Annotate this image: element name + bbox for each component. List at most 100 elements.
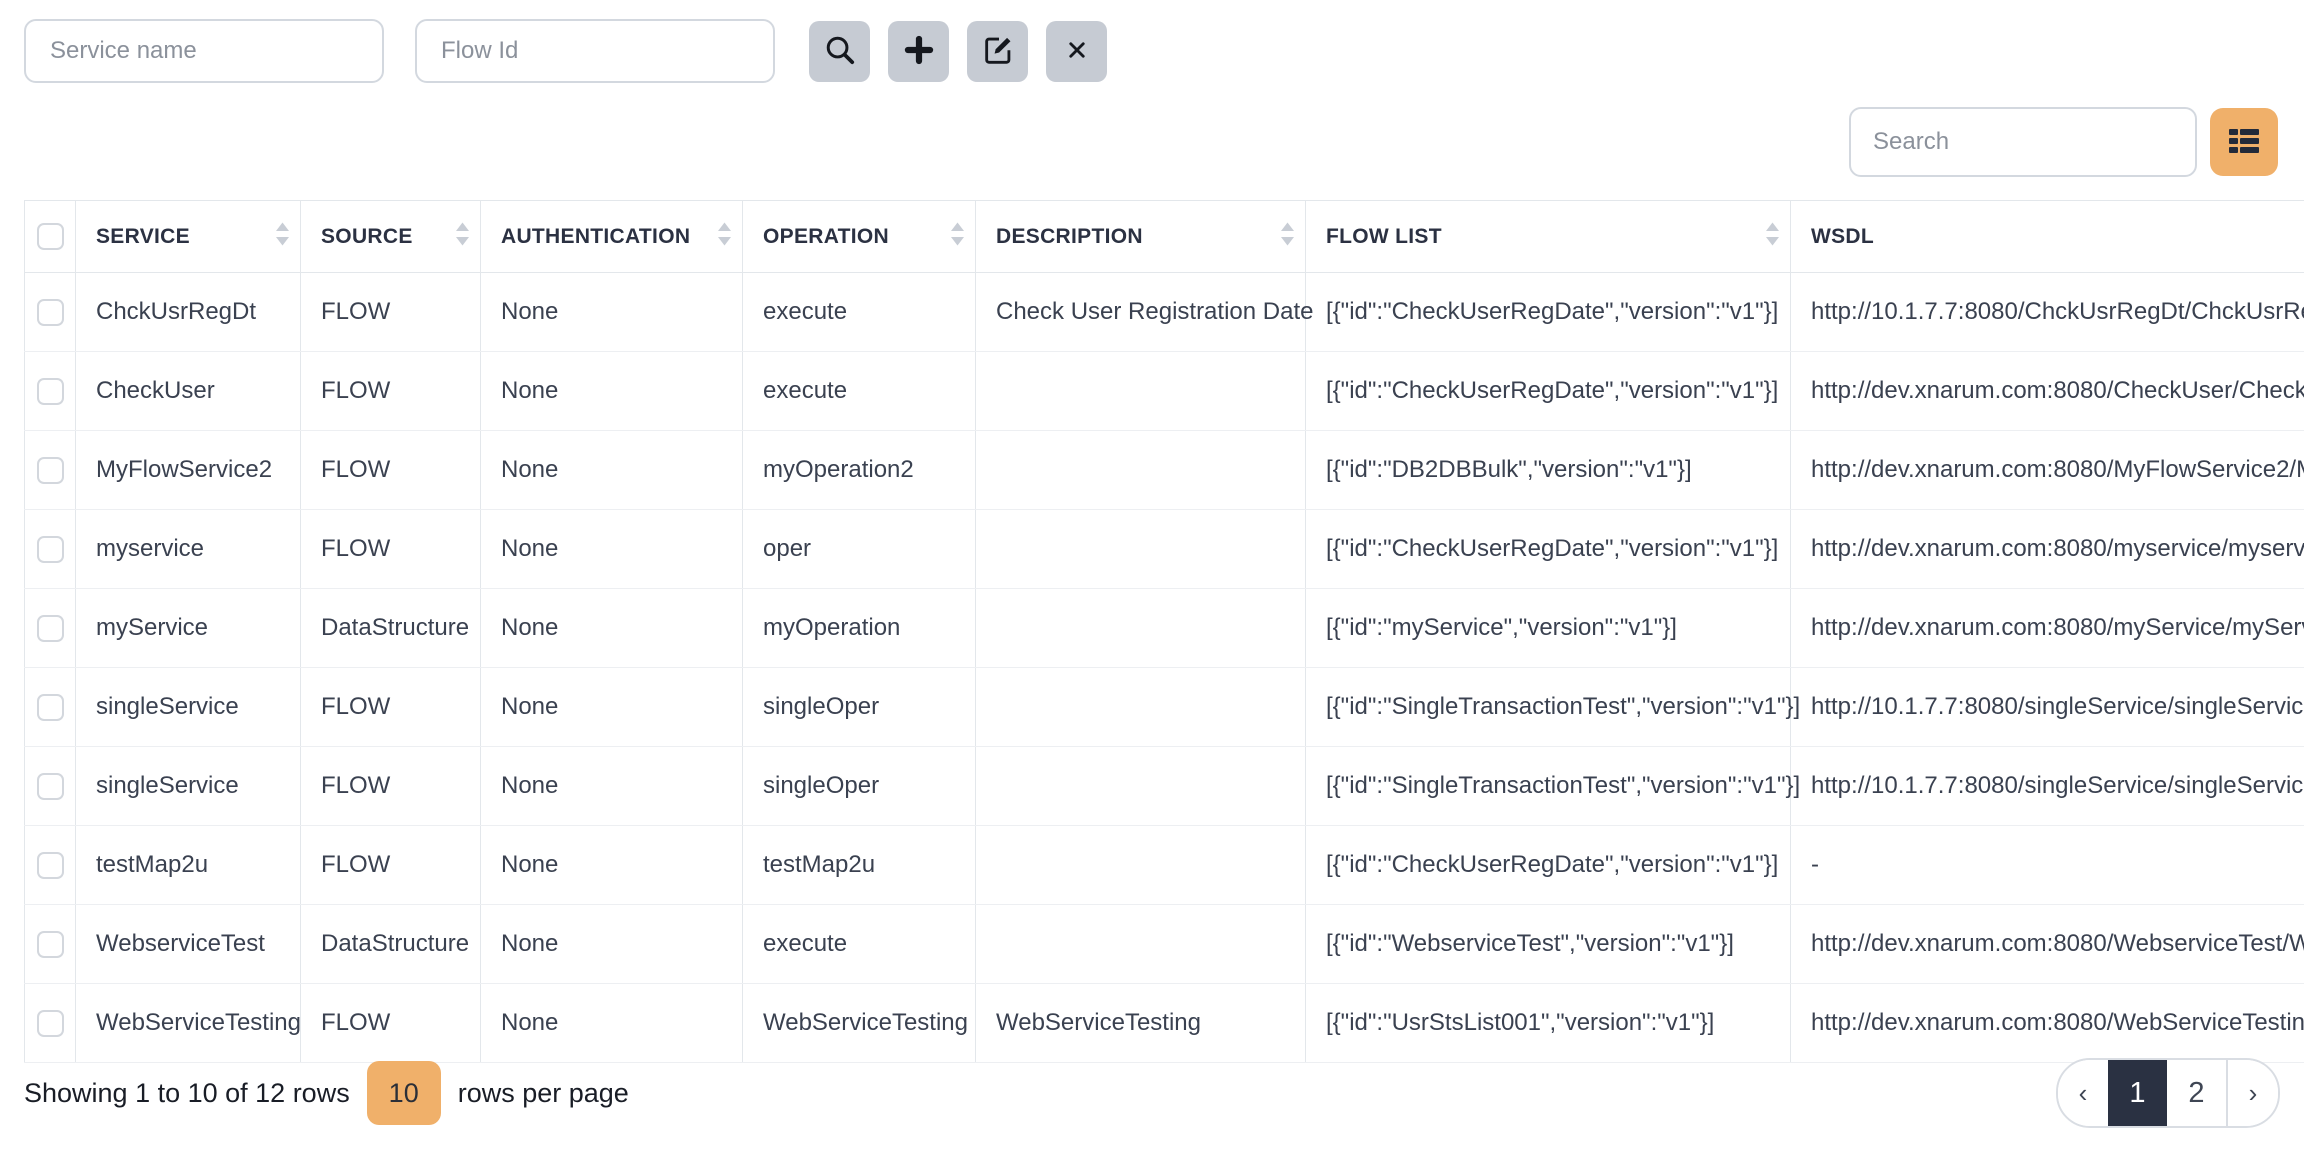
row-checkbox[interactable] bbox=[37, 773, 64, 800]
cell-wsdl: http://10.1.7.7:8080/singleService/singl… bbox=[1791, 668, 2304, 747]
cell-description bbox=[976, 510, 1306, 589]
column-header-service[interactable]: SERVICE bbox=[76, 201, 301, 273]
cell-source: DataStructure bbox=[301, 589, 481, 668]
table-footer: Showing 1 to 10 of 12 rows 10 rows per p… bbox=[24, 1058, 2280, 1128]
plus-icon bbox=[902, 33, 936, 70]
clear-button[interactable] bbox=[1046, 21, 1107, 82]
pagination-page-2[interactable]: 2 bbox=[2167, 1060, 2226, 1126]
table-row: ChckUsrRegDt FLOW None execute Check Use… bbox=[25, 273, 2304, 352]
services-table-wrap: SERVICE SOURCE AUTHENTICATION bbox=[24, 200, 2304, 1063]
cell-service: singleService bbox=[76, 668, 301, 747]
column-label: AUTHENTICATION bbox=[501, 225, 690, 248]
cell-service: WebserviceTest bbox=[76, 905, 301, 984]
table-search-row bbox=[1849, 107, 2278, 177]
column-header-authentication[interactable]: AUTHENTICATION bbox=[481, 201, 743, 273]
row-checkbox[interactable] bbox=[37, 694, 64, 721]
table-row: MyFlowService2 FLOW None myOperation2 [{… bbox=[25, 431, 2304, 510]
filter-toolbar bbox=[24, 19, 1107, 83]
row-checkbox[interactable] bbox=[37, 378, 64, 405]
row-checkbox[interactable] bbox=[37, 852, 64, 879]
cell-source: FLOW bbox=[301, 668, 481, 747]
cell-description bbox=[976, 747, 1306, 826]
table-row: CheckUser FLOW None execute [{"id":"Chec… bbox=[25, 352, 2304, 431]
cell-authentication: None bbox=[481, 352, 743, 431]
cell-description bbox=[976, 826, 1306, 905]
pagination: ‹ 1 2 › bbox=[2056, 1058, 2280, 1128]
column-header-flow-list[interactable]: FLOW LIST bbox=[1306, 201, 1791, 273]
row-checkbox[interactable] bbox=[37, 536, 64, 563]
row-check-cell bbox=[25, 668, 76, 747]
table-row: WebserviceTest DataStructure None execut… bbox=[25, 905, 2304, 984]
cell-wsdl: http://dev.xnarum.com:8080/MyFlowService… bbox=[1791, 431, 2304, 510]
showing-rows-text: Showing 1 to 10 of 12 rows bbox=[24, 1078, 350, 1109]
cell-description bbox=[976, 589, 1306, 668]
magnifier-icon bbox=[823, 33, 857, 70]
row-checkbox[interactable] bbox=[37, 615, 64, 642]
cell-authentication: None bbox=[481, 747, 743, 826]
cell-authentication: None bbox=[481, 431, 743, 510]
caret-up-down-icon bbox=[455, 221, 470, 252]
row-check-cell bbox=[25, 826, 76, 905]
cell-flow-list: [{"id":"CheckUserRegDate","version":"v1"… bbox=[1306, 273, 1791, 352]
cell-source: FLOW bbox=[301, 352, 481, 431]
cell-operation: oper bbox=[743, 510, 976, 589]
column-header-source[interactable]: SOURCE bbox=[301, 201, 481, 273]
cell-service: ChckUsrRegDt bbox=[76, 273, 301, 352]
column-label: WSDL bbox=[1811, 225, 1874, 248]
table-search-input[interactable] bbox=[1849, 107, 2197, 177]
columns-toggle-button[interactable] bbox=[2210, 108, 2278, 176]
table-row: testMap2u FLOW None testMap2u [{"id":"Ch… bbox=[25, 826, 2304, 905]
cell-wsdl: http://dev.xnarum.com:8080/myservice/mys… bbox=[1791, 510, 2304, 589]
cell-operation: myOperation bbox=[743, 589, 976, 668]
column-label: OPERATION bbox=[763, 225, 889, 248]
table-row: WebServiceTesting FLOW None WebServiceTe… bbox=[25, 984, 2304, 1063]
select-all-header-cell bbox=[25, 201, 76, 273]
cell-operation: WebServiceTesting bbox=[743, 984, 976, 1063]
column-header-operation[interactable]: OPERATION bbox=[743, 201, 976, 273]
table-row: myservice FLOW None oper [{"id":"CheckUs… bbox=[25, 510, 2304, 589]
select-all-checkbox[interactable] bbox=[37, 223, 64, 250]
cell-description bbox=[976, 905, 1306, 984]
row-check-cell bbox=[25, 589, 76, 668]
row-check-cell bbox=[25, 352, 76, 431]
card-list-icon bbox=[2227, 126, 2261, 159]
cell-wsdl: - bbox=[1791, 826, 2304, 905]
row-check-cell bbox=[25, 905, 76, 984]
cell-source: FLOW bbox=[301, 984, 481, 1063]
column-label: FLOW LIST bbox=[1326, 225, 1442, 248]
caret-up-down-icon bbox=[1765, 221, 1780, 252]
column-label: SOURCE bbox=[321, 225, 413, 248]
table-header-row: SERVICE SOURCE AUTHENTICATION bbox=[25, 201, 2304, 273]
cell-service: CheckUser bbox=[76, 352, 301, 431]
cell-authentication: None bbox=[481, 905, 743, 984]
table-row: singleService FLOW None singleOper [{"id… bbox=[25, 668, 2304, 747]
row-checkbox[interactable] bbox=[37, 457, 64, 484]
service-name-input[interactable] bbox=[24, 19, 384, 83]
cell-flow-list: [{"id":"UsrStsList001","version":"v1"}] bbox=[1306, 984, 1791, 1063]
cell-authentication: None bbox=[481, 984, 743, 1063]
row-checkbox[interactable] bbox=[37, 299, 64, 326]
cell-authentication: None bbox=[481, 589, 743, 668]
cell-description: Check User Registration Date bbox=[976, 273, 1306, 352]
cell-operation: execute bbox=[743, 905, 976, 984]
pagination-detail: Showing 1 to 10 of 12 rows 10 rows per p… bbox=[24, 1061, 629, 1125]
cell-source: FLOW bbox=[301, 273, 481, 352]
edit-button[interactable] bbox=[967, 21, 1028, 82]
cell-operation: singleOper bbox=[743, 747, 976, 826]
pagination-page-1[interactable]: 1 bbox=[2108, 1060, 2167, 1126]
add-button[interactable] bbox=[888, 21, 949, 82]
flow-id-input[interactable] bbox=[415, 19, 775, 83]
row-checkbox[interactable] bbox=[37, 1010, 64, 1037]
pagination-next-button[interactable]: › bbox=[2226, 1060, 2278, 1126]
page-size-button[interactable]: 10 bbox=[367, 1061, 441, 1125]
column-label: SERVICE bbox=[96, 225, 190, 248]
cell-source: FLOW bbox=[301, 510, 481, 589]
table-row: singleService FLOW None singleOper [{"id… bbox=[25, 747, 2304, 826]
cell-service: testMap2u bbox=[76, 826, 301, 905]
row-checkbox[interactable] bbox=[37, 931, 64, 958]
cell-service: myservice bbox=[76, 510, 301, 589]
column-header-description[interactable]: DESCRIPTION bbox=[976, 201, 1306, 273]
cell-source: DataStructure bbox=[301, 905, 481, 984]
search-button[interactable] bbox=[809, 21, 870, 82]
pagination-prev-button[interactable]: ‹ bbox=[2058, 1060, 2108, 1126]
